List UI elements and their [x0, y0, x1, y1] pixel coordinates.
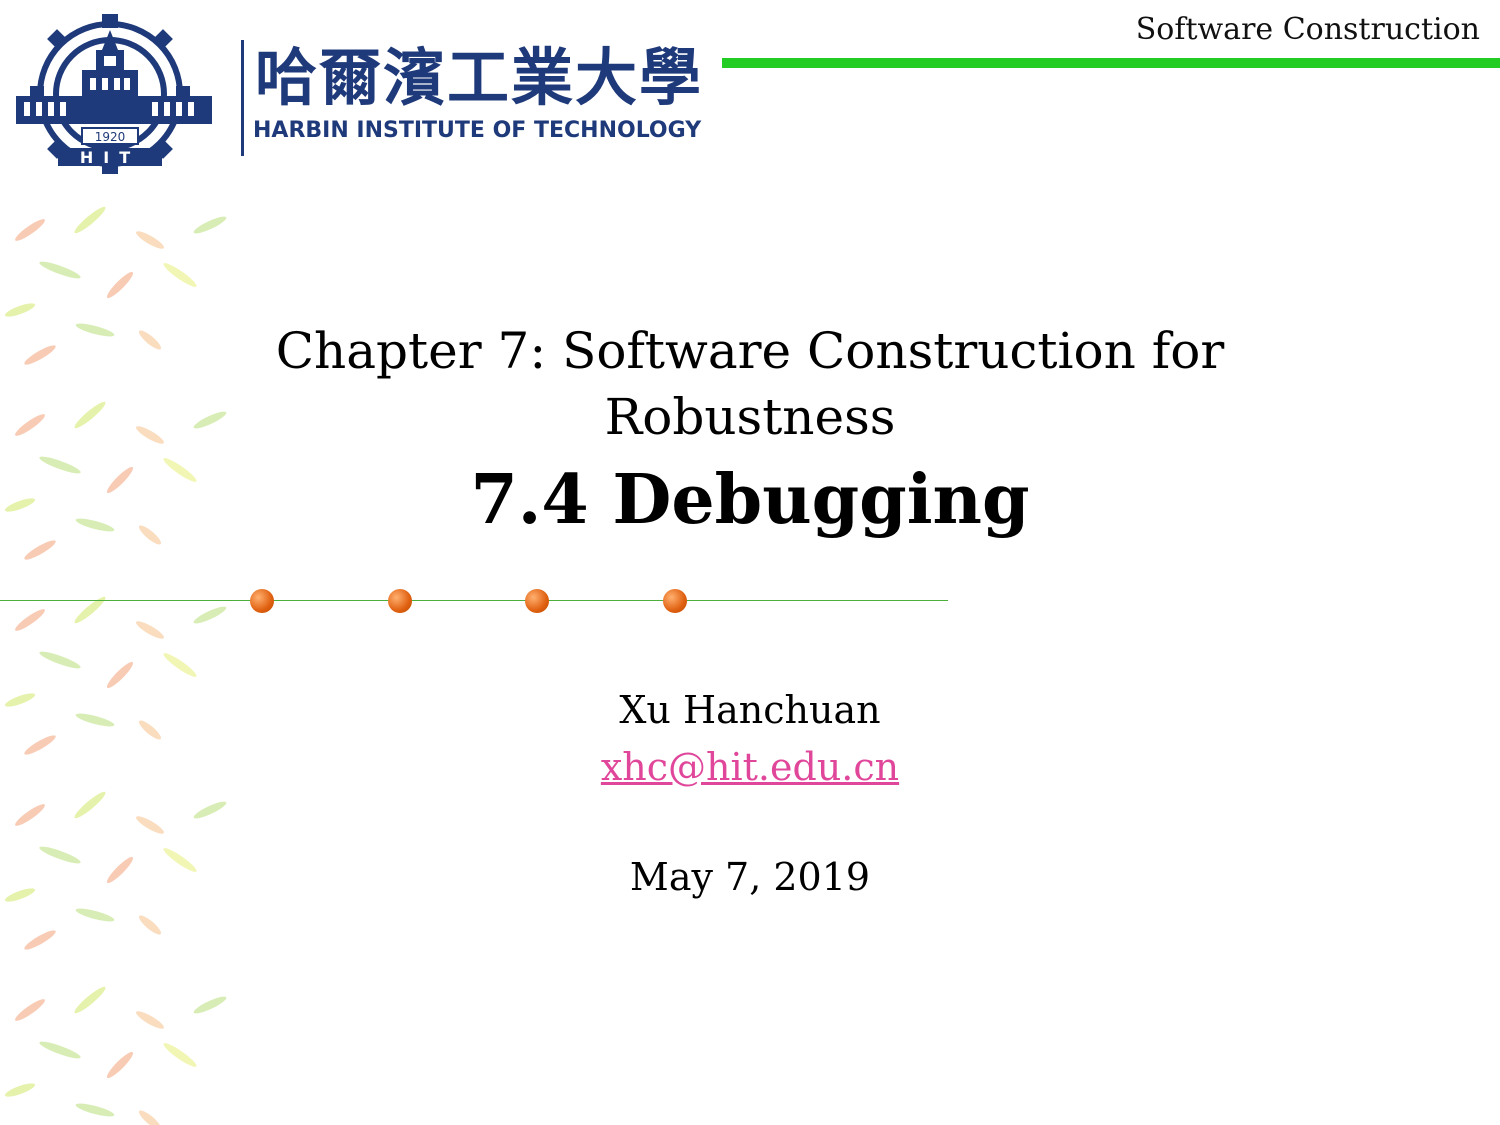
orange-dot-icon — [525, 589, 549, 613]
orange-dot-icon — [250, 589, 274, 613]
university-seal-icon: 1920 HIT — [16, 14, 212, 174]
university-name-cn: 哈爾濱工業大學 — [255, 41, 704, 114]
presentation-date: May 7, 2019 — [629, 855, 871, 899]
seal-year: 1920 — [95, 130, 126, 144]
chapter-title-line2: Robustness — [604, 388, 896, 446]
header-accent-bar — [722, 58, 1500, 68]
university-name-en: HARBIN INSTITUTE OF TECHNOLOGY — [253, 118, 702, 143]
section-title: 7.4 Debugging — [470, 460, 1030, 540]
orange-dot-icon — [663, 589, 687, 613]
orange-dot-icon — [388, 589, 412, 613]
author-name: Xu Hanchuan — [619, 688, 881, 732]
chapter-title-line1: Chapter 7: Software Construction for — [275, 322, 1225, 380]
chapter-title: Chapter 7: Software Construction for Rob… — [150, 318, 1350, 450]
course-title: Software Construction — [1135, 12, 1480, 47]
seal-letters: HIT — [80, 148, 140, 167]
divider-line — [0, 600, 948, 601]
author-email-link[interactable]: xhc@hit.edu.cn — [450, 745, 1050, 789]
logo-divider — [241, 40, 244, 156]
